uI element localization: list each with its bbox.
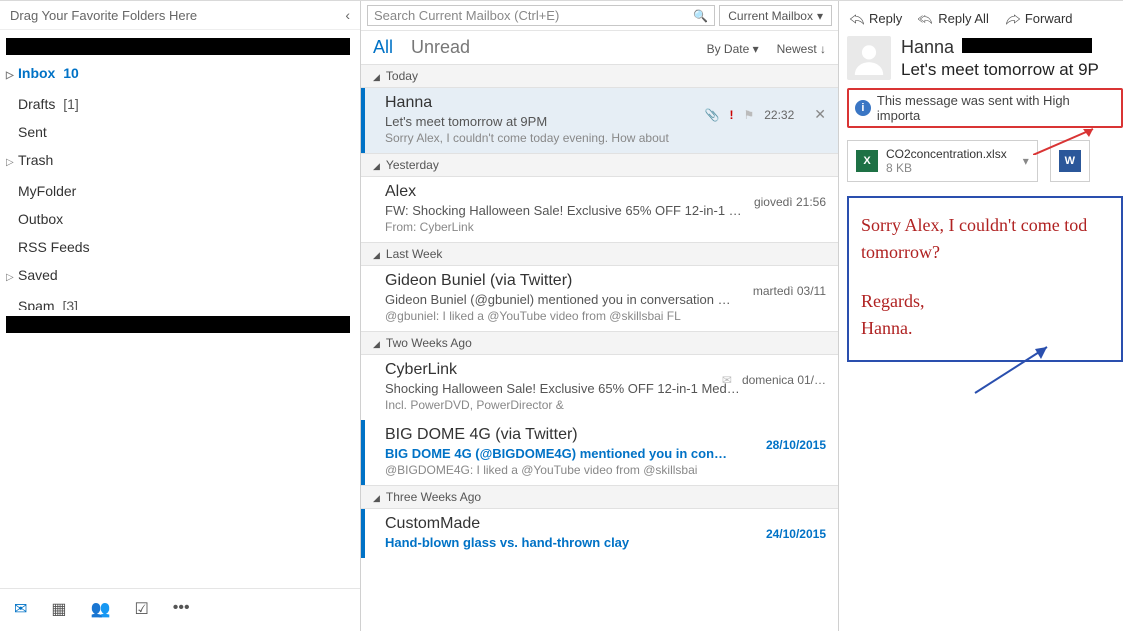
folder-list: ▷Inbox 10Drafts [1]Sent▷TrashMyFolderOut… xyxy=(0,59,360,310)
sender-email xyxy=(962,38,1092,53)
reply-all-button[interactable]: Reply All xyxy=(918,11,989,26)
message-item[interactable]: HannaLet's meet tomorrow at 9PMSorry Ale… xyxy=(361,88,838,153)
importance-icon: ! xyxy=(729,108,733,122)
message-list: TodayHannaLet's meet tomorrow at 9PMSorr… xyxy=(361,64,838,631)
sort-by-button[interactable]: By Date ▾ xyxy=(707,42,759,56)
sender-name: Hanna xyxy=(901,37,954,57)
excel-icon: X xyxy=(856,150,878,172)
message-time: 22:32 xyxy=(764,108,794,122)
message-item[interactable]: CyberLinkShocking Halloween Sale! Exclus… xyxy=(361,355,838,420)
expand-icon[interactable]: ▷ xyxy=(6,67,16,85)
nav-bar: ✉ ▦ 👥 ☑ ••• xyxy=(0,588,360,631)
folder-rss-feeds[interactable]: RSS Feeds xyxy=(0,233,360,261)
message-time: domenica 01/… xyxy=(742,373,826,387)
collapse-favorites-icon[interactable]: ‹ xyxy=(345,7,350,23)
annotation-arrow-blue xyxy=(967,341,1057,401)
tab-all[interactable]: All xyxy=(373,37,393,58)
message-item[interactable]: AlexFW: Shocking Halloween Sale! Exclusi… xyxy=(361,177,838,242)
search-placeholder: Search Current Mailbox (Ctrl+E) xyxy=(374,8,693,23)
flag-icon[interactable]: ⚑ xyxy=(743,108,754,122)
calendar-nav-icon[interactable]: ▦ xyxy=(51,599,66,619)
account-header-2[interactable] xyxy=(6,316,350,333)
tasks-nav-icon[interactable]: ☑ xyxy=(134,599,148,619)
message-list-pane: Search Current Mailbox (Ctrl+E) 🔍 Curren… xyxy=(361,1,839,631)
search-scope-dropdown[interactable]: Current Mailbox▾ xyxy=(719,5,832,26)
message-subject: BIG DOME 4G (@BIGDOME4G) mentioned you i… xyxy=(385,446,826,461)
more-nav-icon[interactable]: ••• xyxy=(173,599,190,619)
chevron-down-icon[interactable]: ▾ xyxy=(1023,154,1029,168)
folder-trash[interactable]: ▷Trash xyxy=(0,146,360,177)
message-preview: Incl. PowerDVD, PowerDirector & xyxy=(385,398,826,412)
message-body: Sorry Alex, I couldn't come tod tomorrow… xyxy=(847,196,1123,362)
message-time: martedì 03/11 xyxy=(753,284,826,298)
group-header[interactable]: Two Weeks Ago xyxy=(361,331,838,355)
expand-icon[interactable]: ▷ xyxy=(6,154,16,172)
folder-pane: Drag Your Favorite Folders Here ‹ ▷Inbox… xyxy=(0,1,361,631)
message-preview: @BIGDOME4G: I liked a @YouTube video fro… xyxy=(385,463,826,477)
group-header[interactable]: Yesterday xyxy=(361,153,838,177)
folder-myfolder[interactable]: MyFolder xyxy=(0,177,360,205)
folder-inbox[interactable]: ▷Inbox 10 xyxy=(0,59,360,90)
mail-nav-icon[interactable]: ✉ xyxy=(14,599,27,619)
folder-outbox[interactable]: Outbox xyxy=(0,205,360,233)
message-subject: Hand-blown glass vs. hand-thrown clay xyxy=(385,535,826,550)
people-nav-icon[interactable]: 👥 xyxy=(91,599,111,619)
message-subject: Let's meet tomorrow at 9P xyxy=(901,60,1099,80)
tab-unread[interactable]: Unread xyxy=(411,37,470,58)
group-header[interactable]: Today xyxy=(361,64,838,88)
folder-sent[interactable]: Sent xyxy=(0,118,360,146)
attachment-size: 8 KB xyxy=(886,161,1007,175)
message-item[interactable]: Gideon Buniel (via Twitter)Gideon Buniel… xyxy=(361,266,838,331)
message-preview: From: CyberLink xyxy=(385,220,826,234)
folder-spam[interactable]: Spam [3] xyxy=(0,292,360,310)
delete-icon[interactable]: ✕ xyxy=(814,106,826,123)
chevron-down-icon: ▾ xyxy=(817,9,823,23)
forward-button[interactable]: Forward xyxy=(1005,11,1073,26)
message-time: 24/10/2015 xyxy=(766,527,826,541)
message-time: giovedì 21:56 xyxy=(754,195,826,209)
attachment-icon: 📎 xyxy=(705,108,720,122)
envelope-icon: ✉ xyxy=(722,373,732,387)
sender-avatar xyxy=(847,36,891,80)
message-from: BIG DOME 4G (via Twitter) xyxy=(385,426,826,444)
account-header[interactable] xyxy=(6,38,350,55)
reply-button[interactable]: Reply xyxy=(849,11,902,26)
search-input[interactable]: Search Current Mailbox (Ctrl+E) 🔍 xyxy=(367,5,715,26)
importance-infobar: i This message was sent with High import… xyxy=(847,88,1123,128)
message-item[interactable]: BIG DOME 4G (via Twitter) BIG DOME 4G (@B… xyxy=(361,420,838,485)
folder-saved[interactable]: ▷Saved xyxy=(0,261,360,292)
attachment-excel[interactable]: X CO2concentration.xlsx 8 KB ▾ xyxy=(847,140,1038,182)
info-icon: i xyxy=(855,100,871,116)
message-item[interactable]: CustomMade Hand-blown glass vs. hand-thro… xyxy=(361,509,838,558)
annotation-arrow-red xyxy=(1033,125,1103,155)
message-preview: Sorry Alex, I couldn't come today evenin… xyxy=(385,131,826,145)
message-time: 28/10/2015 xyxy=(766,438,826,452)
attachment-name: CO2concentration.xlsx xyxy=(886,147,1007,161)
favorites-text: Drag Your Favorite Folders Here xyxy=(10,8,197,23)
group-header[interactable]: Last Week xyxy=(361,242,838,266)
search-icon[interactable]: 🔍 xyxy=(693,9,708,23)
message-preview: @gbuniel: I liked a @YouTube video from … xyxy=(385,309,826,323)
reading-pane: Reply Reply All Forward Hanna Let's meet… xyxy=(839,1,1123,631)
group-header[interactable]: Three Weeks Ago xyxy=(361,485,838,509)
favorites-bar: Drag Your Favorite Folders Here ‹ xyxy=(0,1,360,30)
message-from: CustomMade xyxy=(385,515,826,533)
folder-drafts[interactable]: Drafts [1] xyxy=(0,90,360,118)
sort-order-button[interactable]: Newest ↓ xyxy=(777,42,826,56)
expand-icon[interactable]: ▷ xyxy=(6,269,16,287)
